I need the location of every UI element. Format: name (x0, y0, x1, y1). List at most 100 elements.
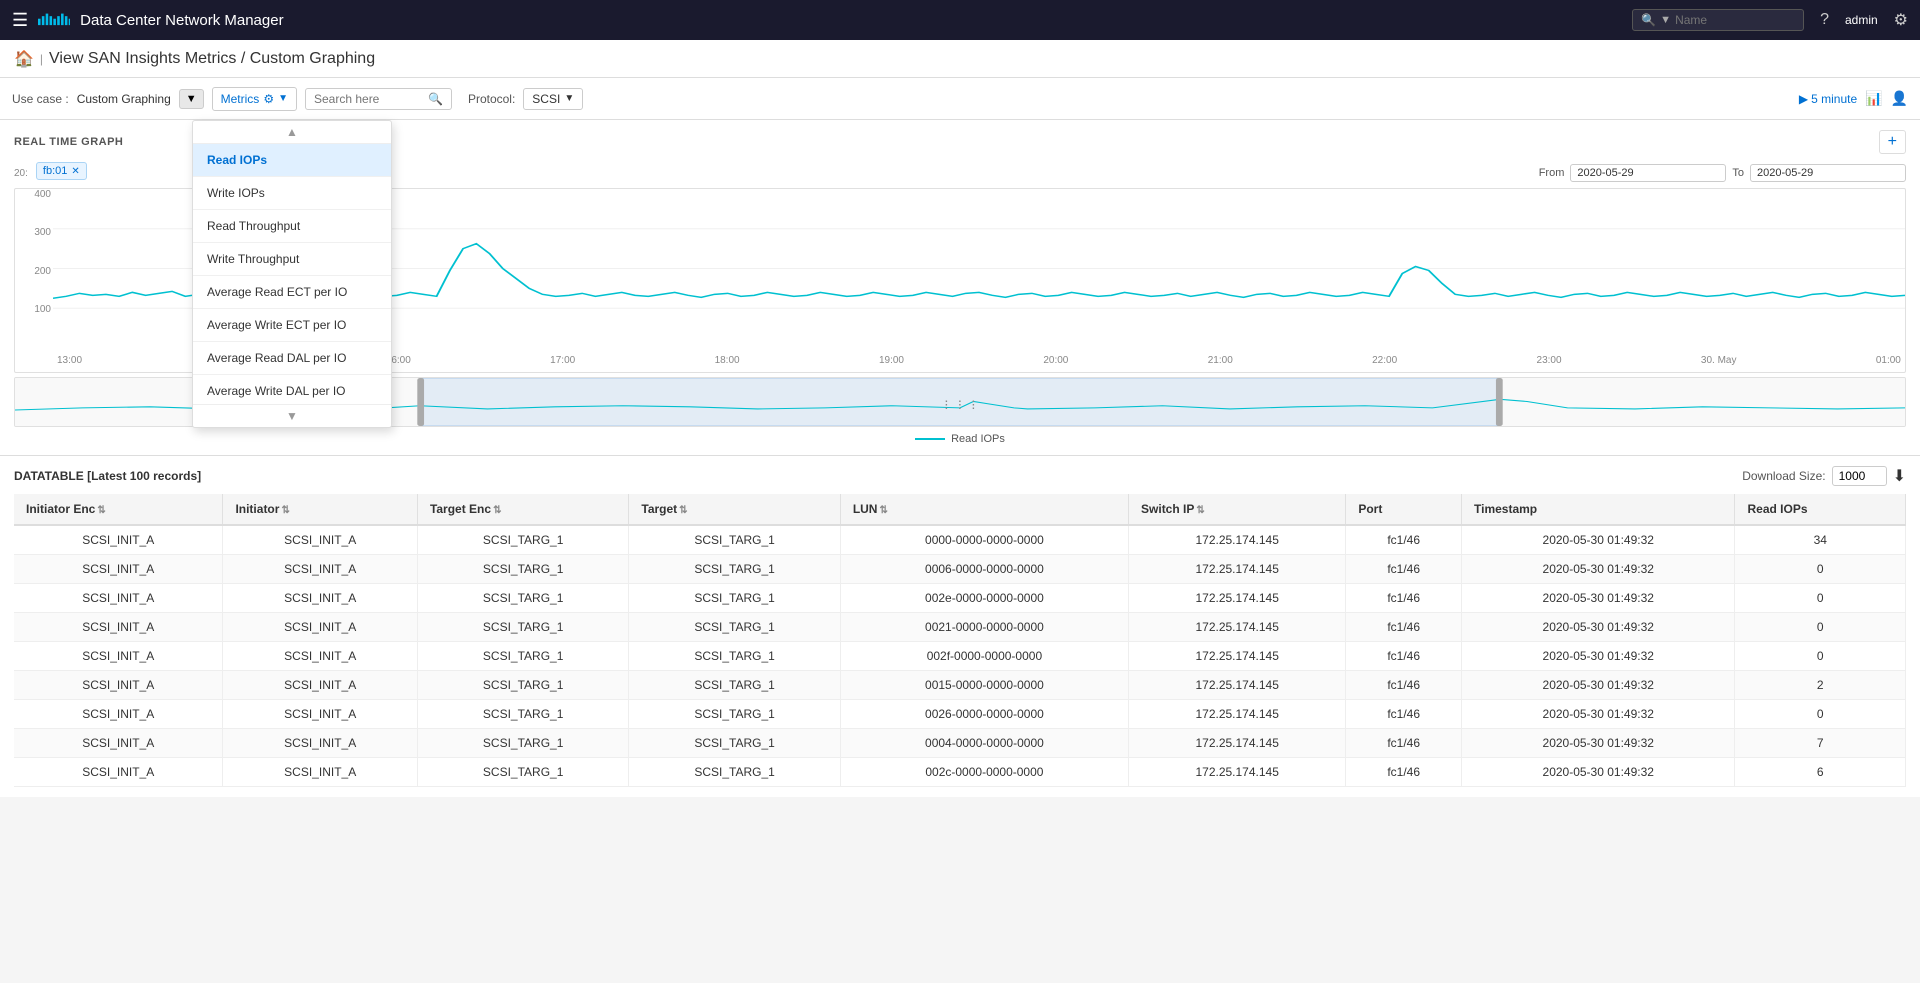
col-switch-ip[interactable]: Switch IP⇅ (1129, 494, 1346, 525)
settings-icon[interactable]: ⚙ (1894, 10, 1908, 30)
table-cell: 7 (1735, 729, 1906, 758)
metrics-search-input[interactable] (314, 92, 424, 106)
table-cell: SCSI_INIT_A (223, 613, 418, 642)
dropdown-item-read-throughput[interactable]: Read Throughput (193, 210, 391, 243)
table-cell: 0015-0000-0000-0000 (840, 671, 1128, 700)
table-cell: SCSI_INIT_A (223, 584, 418, 613)
sort-icon-initiator[interactable]: ⇅ (281, 505, 289, 516)
help-icon[interactable]: ? (1820, 11, 1829, 29)
dropdown-item-avg-read-ect[interactable]: Average Read ECT per IO (193, 276, 391, 309)
table-cell: SCSI_TARG_1 (417, 671, 628, 700)
table-cell: SCSI_INIT_A (14, 613, 223, 642)
table-cell: SCSI_TARG_1 (629, 758, 840, 787)
dropdown-item-read-iops[interactable]: Read IOPs (193, 144, 391, 177)
dropdown-item-write-iops[interactable]: Write IOPs (193, 177, 391, 210)
table-cell: 0004-0000-0000-0000 (840, 729, 1128, 758)
table-cell: 0 (1735, 642, 1906, 671)
dropdown-item-avg-write-dal[interactable]: Average Write DAL per IO (193, 375, 391, 404)
col-read-iops[interactable]: Read IOPs (1735, 494, 1906, 525)
person-icon[interactable]: 👤 (1891, 90, 1908, 107)
search-icon: 🔍 (1641, 13, 1656, 27)
nav-right: 🔍 ▼ ? admin ⚙ (1632, 9, 1908, 31)
global-search-box[interactable]: 🔍 ▼ (1632, 9, 1804, 31)
dropdown-item-avg-write-ect[interactable]: Average Write ECT per IO (193, 309, 391, 342)
bar-chart-icon[interactable]: 📊 (1865, 90, 1882, 107)
download-size-select[interactable]: 1000 500 100 (1832, 466, 1887, 486)
table-cell: fc1/46 (1346, 613, 1462, 642)
search-icon: 🔍 (428, 92, 443, 106)
table-cell: SCSI_TARG_1 (417, 555, 628, 584)
table-body: SCSI_INIT_ASCSI_INIT_ASCSI_TARG_1SCSI_TA… (14, 525, 1906, 787)
table-cell: SCSI_TARG_1 (629, 525, 840, 555)
table-cell: SCSI_TARG_1 (417, 700, 628, 729)
datatable-title: DATATABLE (14, 469, 84, 483)
col-lun[interactable]: LUN⇅ (840, 494, 1128, 525)
col-initiator[interactable]: Initiator⇅ (223, 494, 418, 525)
tag-close-icon[interactable]: ✕ (71, 166, 79, 177)
menu-icon[interactable]: ☰ (12, 10, 28, 31)
sort-icon-target-enc[interactable]: ⇅ (493, 505, 501, 516)
download-icon[interactable]: ⬇ (1893, 466, 1906, 486)
dropdown-scroll-up[interactable]: ▲ (193, 121, 391, 144)
dropdown-scroll-down[interactable]: ▼ (193, 404, 391, 427)
table-row: SCSI_INIT_ASCSI_INIT_ASCSI_TARG_1SCSI_TA… (14, 700, 1906, 729)
protocol-dropdown-btn[interactable]: SCSI ▼ (523, 88, 583, 110)
table-cell: 0021-0000-0000-0000 (840, 613, 1128, 642)
use-case-value: Custom Graphing (77, 92, 171, 106)
sort-icon-target[interactable]: ⇅ (679, 505, 687, 516)
sort-icon-switch-ip[interactable]: ⇅ (1196, 505, 1204, 516)
table-cell: 2020-05-30 01:49:32 (1462, 758, 1735, 787)
x-label-2000: 20:00 (1043, 355, 1068, 366)
global-search-input[interactable] (1675, 13, 1795, 27)
sort-icon-lun[interactable]: ⇅ (879, 505, 887, 516)
table-cell: SCSI_TARG_1 (629, 555, 840, 584)
metrics-button[interactable]: Metrics ⚙ ▼ (212, 87, 297, 111)
breadcrumb-separator: | (40, 52, 43, 66)
y-label-400: 400 (34, 189, 51, 200)
metrics-chevron-icon: ▼ (278, 93, 288, 104)
sort-icon-initiator-enc[interactable]: ⇅ (97, 505, 105, 516)
table-cell: 2020-05-30 01:49:32 (1462, 700, 1735, 729)
col-port[interactable]: Port (1346, 494, 1462, 525)
table-row: SCSI_INIT_ASCSI_INIT_ASCSI_TARG_1SCSI_TA… (14, 758, 1906, 787)
table-cell: 172.25.174.145 (1129, 642, 1346, 671)
protocol-chevron-icon: ▼ (564, 93, 574, 104)
y-label-100: 100 (34, 304, 51, 315)
table-cell: 002f-0000-0000-0000 (840, 642, 1128, 671)
table-cell: 002c-0000-0000-0000 (840, 758, 1128, 787)
table-cell: SCSI_TARG_1 (417, 729, 628, 758)
table-cell: SCSI_TARG_1 (629, 613, 840, 642)
dropdown-item-write-throughput[interactable]: Write Throughput (193, 243, 391, 276)
table-cell: 0 (1735, 584, 1906, 613)
y-label-200: 200 (34, 266, 51, 277)
table-cell: SCSI_TARG_1 (629, 729, 840, 758)
table-row: SCSI_INIT_ASCSI_INIT_ASCSI_TARG_1SCSI_TA… (14, 671, 1906, 700)
use-case-dropdown-btn[interactable]: ▼ (179, 89, 204, 109)
table-cell: 0000-0000-0000-0000 (840, 525, 1128, 555)
table-cell: SCSI_INIT_A (14, 642, 223, 671)
table-scroll[interactable]: Initiator Enc⇅ Initiator⇅ Target Enc⇅ Ta… (14, 494, 1906, 787)
col-initiator-enc[interactable]: Initiator Enc⇅ (14, 494, 223, 525)
legend-line-color (915, 438, 945, 440)
col-target[interactable]: Target⇅ (629, 494, 840, 525)
table-cell: 0006-0000-0000-0000 (840, 555, 1128, 584)
col-timestamp[interactable]: Timestamp (1462, 494, 1735, 525)
table-cell: SCSI_INIT_A (14, 555, 223, 584)
from-date-input[interactable] (1570, 164, 1726, 182)
metrics-search-wrap[interactable]: 🔍 (305, 88, 452, 110)
table-cell: SCSI_TARG_1 (629, 584, 840, 613)
dropdown-scroll-area: Read IOPs Write IOPs Read Throughput Wri… (193, 144, 391, 404)
dropdown-item-avg-read-dal[interactable]: Average Read DAL per IO (193, 342, 391, 375)
home-icon[interactable]: 🏠 (14, 49, 34, 69)
col-target-enc[interactable]: Target Enc⇅ (417, 494, 628, 525)
table-cell: SCSI_INIT_A (223, 671, 418, 700)
nav-left: ☰ Data Center Network Manager (12, 10, 284, 31)
table-row: SCSI_INIT_ASCSI_INIT_ASCSI_TARG_1SCSI_TA… (14, 642, 1906, 671)
table-cell: fc1/46 (1346, 525, 1462, 555)
add-graph-button[interactable]: + (1879, 130, 1906, 154)
protocol-label: Protocol: (468, 92, 515, 106)
play-button[interactable]: ▶ 5 minute (1799, 92, 1857, 106)
table-cell: SCSI_TARG_1 (417, 758, 628, 787)
table-cell: SCSI_INIT_A (223, 758, 418, 787)
to-date-input[interactable] (1750, 164, 1906, 182)
